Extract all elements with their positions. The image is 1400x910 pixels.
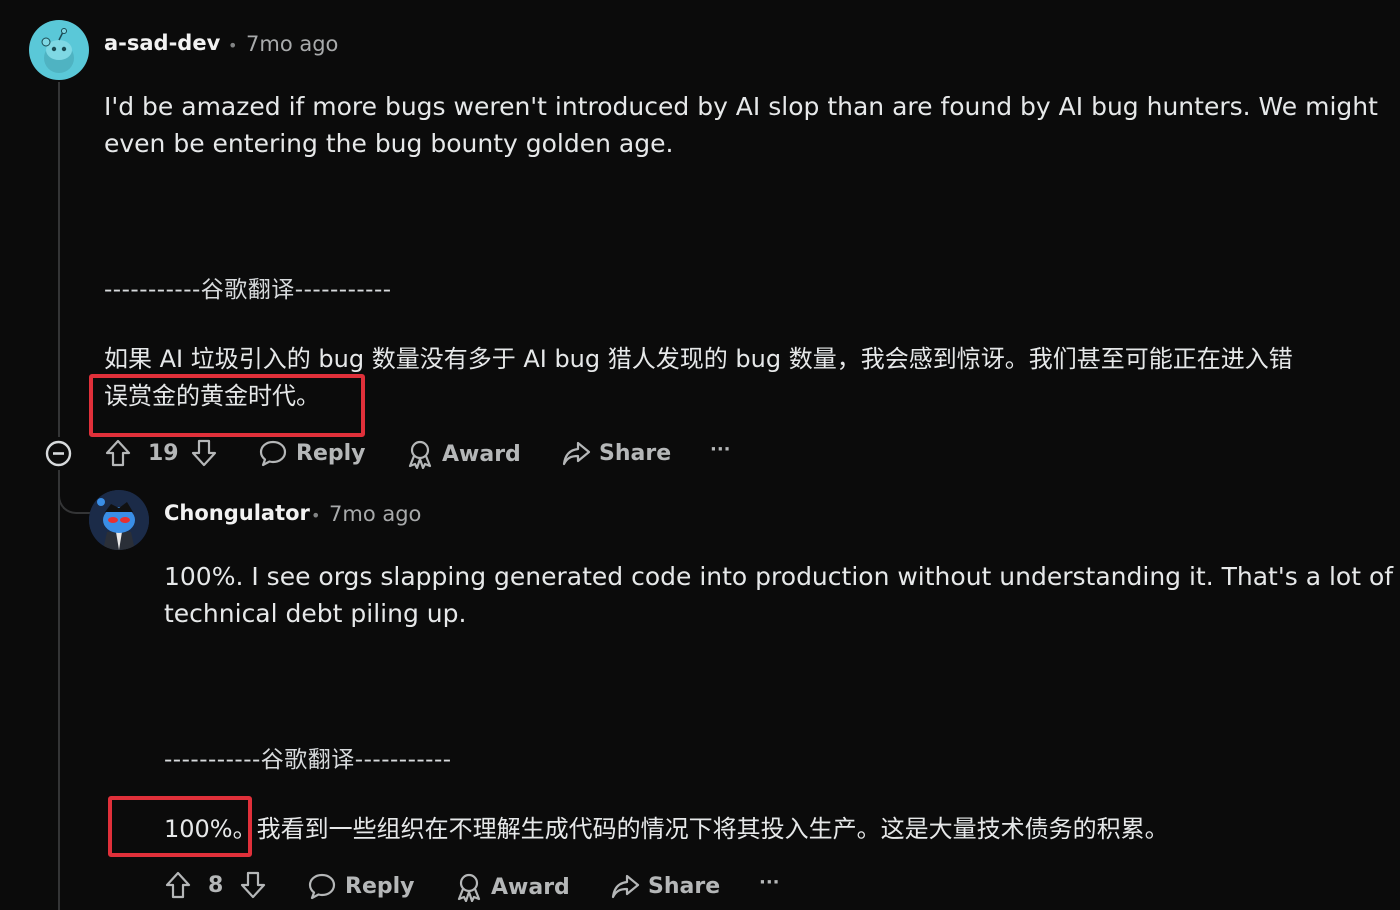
award-icon xyxy=(455,872,483,902)
translation-highlight-text: 100%。 xyxy=(164,815,257,843)
snoo-avatar-icon xyxy=(89,490,149,550)
thread-line-main-lower xyxy=(58,470,60,910)
comment-body-line: 100%. I see orgs slapping generated code… xyxy=(164,562,1394,591)
translation-line: 100%。我看到一些组织在不理解生成代码的情况下将其投入生产。这是大量技术债务的… xyxy=(164,811,1169,848)
upvote-button[interactable] xyxy=(104,438,132,468)
comment-timestamp[interactable]: 7mo ago xyxy=(329,502,421,526)
share-icon xyxy=(561,439,591,467)
upvote-button[interactable] xyxy=(164,870,192,900)
comment-timestamp[interactable]: 7mo ago xyxy=(246,32,338,56)
comment-author[interactable]: Chongulator xyxy=(164,501,310,525)
reply-button[interactable]: Reply xyxy=(258,439,366,467)
translation-line: 误赏金的黄金时代。 xyxy=(104,382,320,410)
more-options-icon: ··· xyxy=(759,872,780,893)
more-options-button[interactable]: ··· xyxy=(759,872,780,893)
downvote-button[interactable] xyxy=(190,438,218,468)
avatar[interactable] xyxy=(29,20,89,80)
share-icon xyxy=(610,872,640,900)
reply-label: Reply xyxy=(296,440,366,466)
award-button[interactable]: Award xyxy=(406,439,521,469)
meta-separator: • xyxy=(228,36,238,55)
meta-separator: • xyxy=(311,506,321,525)
award-button[interactable]: Award xyxy=(455,872,570,902)
vote-count: 19 xyxy=(148,441,179,466)
share-label: Share xyxy=(599,440,672,466)
comment-body-line: I'd be amazed if more bugs weren't intro… xyxy=(104,92,1378,121)
share-label: Share xyxy=(648,873,721,899)
vote-count: 8 xyxy=(208,873,224,898)
translation-separator: -----------谷歌翻译----------- xyxy=(104,277,392,303)
upvote-icon xyxy=(105,439,131,467)
avatar[interactable] xyxy=(89,490,149,550)
award-label: Award xyxy=(442,441,521,467)
more-options-icon: ··· xyxy=(710,439,731,460)
upvote-icon xyxy=(165,871,191,899)
award-label: Award xyxy=(491,874,570,900)
comment-author[interactable]: a-sad-dev xyxy=(104,31,220,55)
comment-bubble-icon xyxy=(307,872,337,900)
downvote-button[interactable] xyxy=(239,870,267,900)
downvote-icon xyxy=(191,439,217,467)
translation-separator: -----------谷歌翻译----------- xyxy=(164,747,452,773)
snoo-avatar-icon xyxy=(41,28,74,73)
more-options-button[interactable]: ··· xyxy=(710,439,731,460)
comment-bubble-icon xyxy=(258,439,288,467)
share-button[interactable]: Share xyxy=(610,872,720,900)
thread-line-main xyxy=(58,82,60,437)
comment-body-line: technical debt piling up. xyxy=(164,599,467,628)
downvote-icon xyxy=(240,871,266,899)
award-icon xyxy=(406,439,434,469)
collapse-icon xyxy=(45,440,72,467)
reply-label: Reply xyxy=(345,873,415,899)
translation-rest-text: 我看到一些组织在不理解生成代码的情况下将其投入生产。这是大量技术债务的积累。 xyxy=(256,815,1169,843)
comment-body-line: even be entering the bug bounty golden a… xyxy=(104,129,674,158)
translation-line: 如果 AI 垃圾引入的 bug 数量没有多于 AI bug 猎人发现的 bug … xyxy=(104,345,1293,373)
share-button[interactable]: Share xyxy=(561,439,671,467)
collapse-button[interactable] xyxy=(45,440,72,467)
reply-button[interactable]: Reply xyxy=(307,872,415,900)
thread-branch xyxy=(58,488,94,514)
